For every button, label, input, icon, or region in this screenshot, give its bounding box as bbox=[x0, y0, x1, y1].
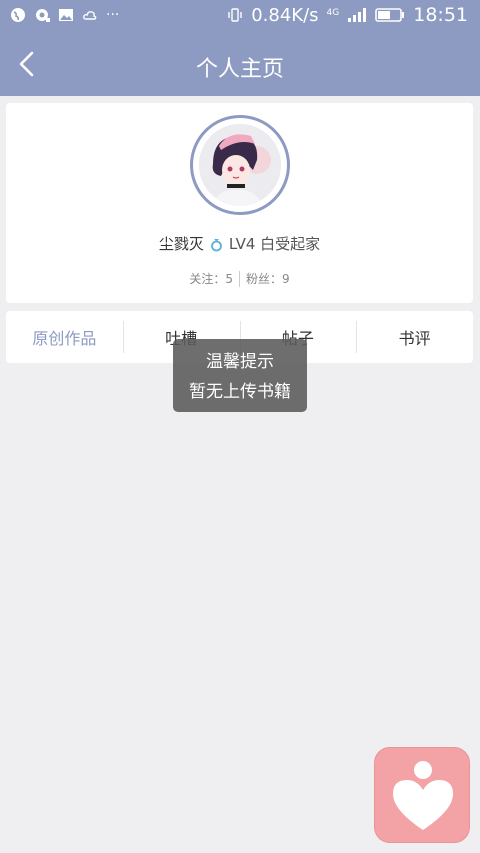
clock: 18:51 bbox=[413, 4, 468, 26]
battery-icon bbox=[375, 8, 405, 22]
signal-icon bbox=[348, 8, 367, 22]
toast-title: 温馨提示 bbox=[206, 352, 274, 372]
status-left-icons: ··· bbox=[10, 7, 119, 23]
heart-person-icon bbox=[393, 761, 453, 830]
more-notifications: ··· bbox=[106, 7, 120, 23]
floating-action-button[interactable] bbox=[374, 747, 470, 843]
avatar-ring bbox=[190, 115, 290, 215]
app-header: 个人主页 bbox=[0, 32, 480, 96]
stats-divider bbox=[239, 270, 240, 287]
profile-name-row: 尘戮灭 LV4 白受起家 bbox=[6, 233, 473, 254]
tab-book-reviews[interactable]: 书评 bbox=[356, 311, 473, 363]
username: 尘戮灭 bbox=[158, 235, 204, 253]
followers-count[interactable]: 粉丝：9 bbox=[246, 270, 290, 287]
ring-icon bbox=[210, 238, 222, 251]
page-title: 个人主页 bbox=[195, 57, 284, 82]
avatar-illustration bbox=[199, 124, 281, 206]
image-icon bbox=[59, 9, 73, 21]
network-type: 4G bbox=[326, 8, 340, 18]
network-speed: 0.84K/s bbox=[251, 4, 319, 26]
globe-icon bbox=[11, 8, 25, 22]
toast-text: 暂无上传书籍 bbox=[189, 382, 291, 402]
status-right: 0.84K/s 4G 18:51 bbox=[227, 4, 468, 26]
cloud-icon bbox=[83, 11, 97, 20]
user-level: LV4 白受起家 bbox=[228, 235, 321, 253]
status-bar: ··· 0.84K/s 4G 18:51 bbox=[0, 0, 480, 32]
badge-icon bbox=[36, 9, 50, 22]
toast-message: 温馨提示 暂无上传书籍 bbox=[173, 339, 307, 412]
tab-original-works[interactable]: 原创作品 bbox=[6, 311, 123, 363]
profile-card: 尘戮灭 LV4 白受起家 关注：5 粉丝：9 bbox=[6, 103, 473, 303]
avatar[interactable] bbox=[199, 124, 281, 206]
profile-stats: 关注：5 粉丝：9 bbox=[6, 270, 473, 287]
following-count[interactable]: 关注：5 bbox=[189, 270, 233, 287]
vibrate-icon bbox=[228, 8, 242, 22]
